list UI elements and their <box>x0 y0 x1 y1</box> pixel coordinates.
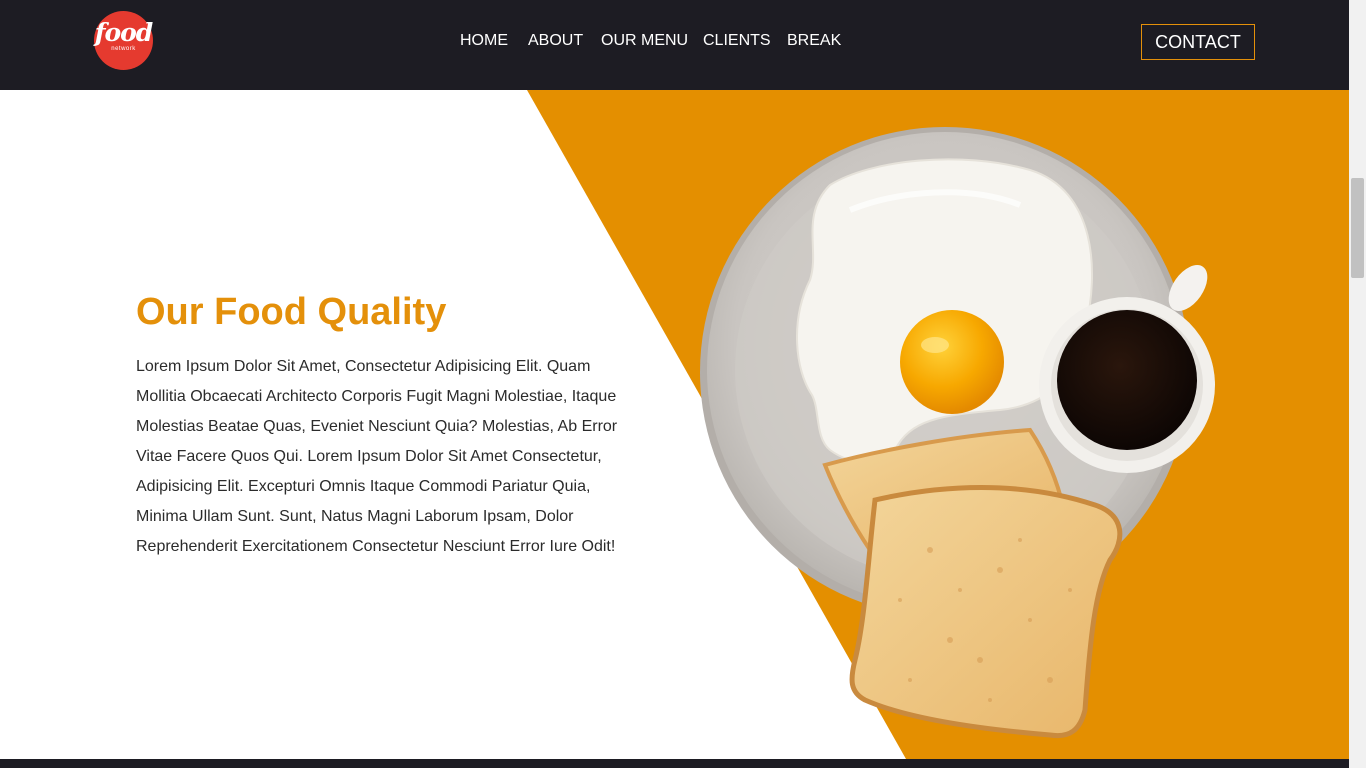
section-body-text: Lorem Ipsum Dolor Sit Amet, Consectetur … <box>136 358 618 555</box>
nav-link-about[interactable]: ABOUT <box>528 32 583 50</box>
page-scrollbar[interactable] <box>1349 0 1366 768</box>
breakfast-plate-image <box>700 127 1215 739</box>
footer-strip <box>0 759 1349 768</box>
navbar: food network HOME ABOUT OUR MENU CLIENTS… <box>0 0 1349 90</box>
nav-link-our-menu[interactable]: OUR MENU <box>601 32 688 50</box>
contact-button[interactable]: CONTACT <box>1141 24 1255 60</box>
scrollbar-thumb[interactable] <box>1351 178 1364 278</box>
nav-link-clients[interactable]: CLIENTS <box>703 32 771 50</box>
food-quality-section: Our Food Quality Lorem Ipsum Dolor Sit A… <box>0 90 1349 759</box>
nav-link-break[interactable]: BREAK <box>787 32 841 50</box>
section-title: Our Food Quality <box>136 291 447 333</box>
nav-link-home[interactable]: HOME <box>460 32 508 50</box>
